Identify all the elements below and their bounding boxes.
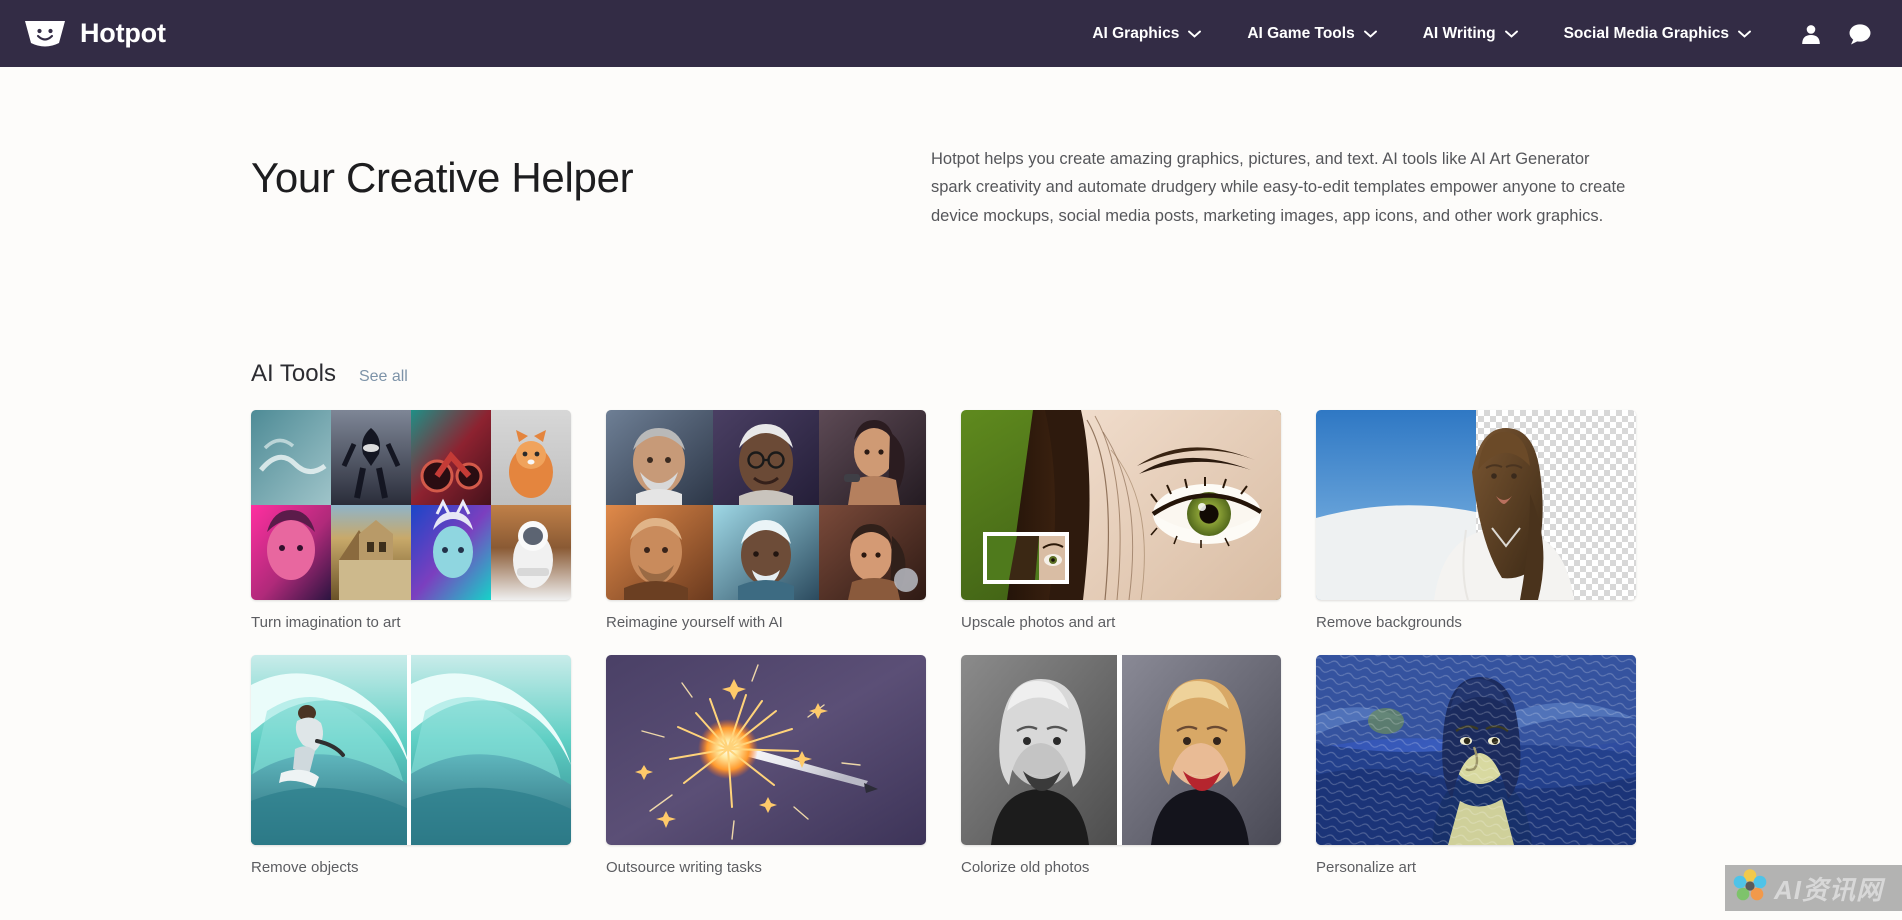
portrait-transparent-background-thumbnail [1316,410,1636,601]
hotpot-smiling-pot-icon [22,17,68,51]
ai-portrait-collage-grid-thumbnail [606,410,926,601]
nav-item-label: AI Game Tools [1247,24,1355,42]
page-body: Your Creative Helper Hotpot helps you cr… [0,67,1902,920]
hero-description: Hotpot helps you create amazing graphics… [931,150,1626,225]
nav-item-label: AI Graphics [1092,24,1180,42]
brand-name: Hotpot [80,18,166,48]
upscale-inset-box [983,532,1069,585]
bw-to-color-portrait-thumbnail [961,655,1281,846]
card-label: Reimagine yourself with AI [606,614,783,632]
user-account-icon[interactable] [1800,23,1822,45]
flower-logo-icon [1732,868,1768,909]
nav-icon-group [1800,23,1872,45]
see-all-link[interactable]: See all [359,368,408,386]
eye-closeup-upscale-thumbnail [961,410,1281,601]
section-title: AI Tools [251,360,336,388]
nav-menu: AI Graphics AI Game Tools AI Writing Soc… [1069,23,1880,45]
chevron-down-icon [1188,30,1202,38]
watermark: AI资讯网 [1725,865,1902,911]
watermark-text: AI资讯网 [1774,874,1884,905]
card-label: Colorize old photos [961,859,1090,877]
card-label: Remove backgrounds [1316,614,1462,632]
tool-card-reimagine-yourself-with-ai[interactable]: Reimagine yourself with AI [606,410,926,631]
sparking-pen-thumbnail [606,655,926,846]
card-label: Personalize art [1316,859,1417,877]
chevron-down-icon [1363,30,1377,38]
brand-logo-link[interactable]: Hotpot [22,17,166,51]
tool-card-remove-backgrounds[interactable]: Remove backgrounds [1316,410,1636,631]
nav-item-ai-game-tools[interactable]: AI Game Tools [1224,25,1399,43]
mona-lisa-van-gogh-style-thumbnail [1316,655,1636,846]
tool-card-outsource-writing-tasks[interactable]: Outsource writing tasks [606,655,926,876]
tool-card-personalize-art[interactable]: Personalize art [1316,655,1636,876]
top-navigation-bar: Hotpot AI Graphics AI Game Tools AI Writ… [0,0,1902,67]
card-label: Upscale photos and art [961,614,1116,632]
card-label: Turn imagination to art [251,614,401,632]
tool-card-colorize-old-photos[interactable]: Colorize old photos [961,655,1281,876]
nav-item-ai-writing[interactable]: AI Writing [1400,25,1541,43]
nav-item-label: AI Writing [1422,24,1496,42]
tool-card-turn-imagination-to-art[interactable]: Turn imagination to art [251,410,571,631]
hero-section: Your Creative Helper Hotpot helps you cr… [251,145,1651,230]
ai-tools-grid: Turn imagination to art Reimagine yourse… [251,410,1651,876]
tool-card-upscale-photos-and-art[interactable]: Upscale photos and art [961,410,1281,631]
nav-item-social-media-graphics[interactable]: Social Media Graphics [1541,25,1774,43]
page-title: Your Creative Helper [251,154,634,201]
ai-art-collage-grid-thumbnail [251,410,571,601]
chevron-down-icon [1738,30,1751,38]
surfer-wave-before-after-thumbnail [251,655,571,846]
chat-bubble-icon[interactable] [1848,23,1872,45]
nav-item-ai-graphics[interactable]: AI Graphics [1069,25,1224,43]
card-label: Remove objects [251,859,359,877]
card-label: Outsource writing tasks [606,859,762,877]
ai-tools-section-header: AI Tools See all [251,360,1651,388]
content-container: Your Creative Helper Hotpot helps you cr… [251,67,1651,876]
chevron-down-icon [1504,30,1518,38]
tool-card-remove-objects[interactable]: Remove objects [251,655,571,876]
nav-item-label: Social Media Graphics [1563,24,1729,42]
